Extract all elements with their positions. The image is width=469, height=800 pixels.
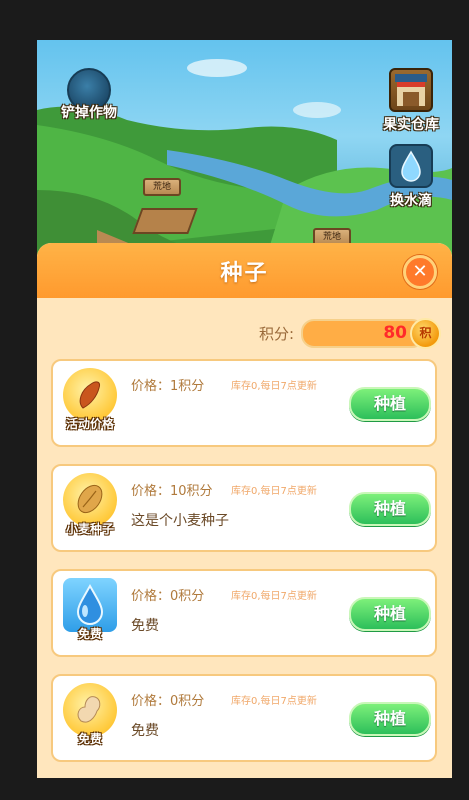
fruit-warehouse-button[interactable]: 果实仓库 <box>375 68 447 134</box>
seed-stock: 库存0,每日7点更新 <box>231 696 317 707</box>
score-row: 积分: 80 积 <box>37 317 452 349</box>
close-icon: ✕ <box>412 261 428 282</box>
seed-tag: 免费 <box>77 732 102 746</box>
seed-card: 活动价格 价格：1积分 库存0,每日7点更新 种植 <box>51 359 437 447</box>
peanut-icon <box>63 683 117 737</box>
plant-button[interactable]: 种植 <box>349 597 431 631</box>
seed-description: 这是个小麦种子 <box>131 513 229 529</box>
score-label: 积分: <box>259 325 295 343</box>
seed-tag: 免费 <box>77 627 102 641</box>
panel-title: 种子 <box>220 261 269 286</box>
plant-button[interactable]: 种植 <box>349 387 431 421</box>
seed-price: 价格：10积分 <box>131 484 213 499</box>
plot-sign-1: 荒地 <box>143 178 181 196</box>
seed-card: 免费 价格：0积分 库存0,每日7点更新 免费 种植 <box>51 569 437 657</box>
seed-stock: 库存0,每日7点更新 <box>231 381 317 392</box>
seed-price: 价格：1积分 <box>131 379 205 394</box>
warehouse-icon <box>389 68 433 112</box>
seed-tag: 小麦种子 <box>65 522 114 536</box>
plant-button[interactable]: 种植 <box>349 492 431 526</box>
warehouse-label: 果实仓库 <box>383 117 439 133</box>
shovel-label: 铲掉作物 <box>61 105 117 121</box>
seed-description: 免费 <box>131 723 159 739</box>
seed-card: 免费 价格：0积分 库存0,每日7点更新 免费 种植 <box>51 674 437 762</box>
game-frame: 铲掉作物 果实仓库 换水滴 荒地 荒地 种子 ✕ 积分: 80 积 活动价格 价… <box>37 40 452 778</box>
seed-description: 免费 <box>131 618 159 634</box>
seed-tag: 活动价格 <box>65 417 114 431</box>
seed-price: 价格：0积分 <box>131 694 205 709</box>
exchange-water-button[interactable]: 换水滴 <box>379 144 443 210</box>
seed-stock: 库存0,每日7点更新 <box>231 486 317 497</box>
water-drop-icon <box>63 578 117 632</box>
water-label: 换水滴 <box>390 193 432 209</box>
shovel-tool-button[interactable]: 铲掉作物 <box>45 68 133 122</box>
seed-card: 小麦种子 价格：10积分 库存0,每日7点更新 这是个小麦种子 种植 <box>51 464 437 552</box>
score-coin-icon: 积 <box>410 318 441 349</box>
panel-header: 种子 ✕ <box>37 243 452 298</box>
score-value: 80 <box>383 323 407 343</box>
sweet-potato-icon <box>63 368 117 422</box>
seed-panel: 种子 ✕ 积分: 80 积 活动价格 价格：1积分 库存0,每日7点更新 种植 <box>37 243 452 778</box>
wheat-seed-icon <box>63 473 117 527</box>
plant-button[interactable]: 种植 <box>349 702 431 736</box>
score-display: 80 <box>301 319 425 348</box>
seed-price: 价格：0积分 <box>131 589 205 604</box>
close-button[interactable]: ✕ <box>403 255 437 289</box>
seed-stock: 库存0,每日7点更新 <box>231 591 317 602</box>
farm-scene: 铲掉作物 果实仓库 换水滴 荒地 荒地 <box>37 40 452 255</box>
water-drop-icon <box>389 144 433 188</box>
plot-1[interactable] <box>132 208 198 234</box>
